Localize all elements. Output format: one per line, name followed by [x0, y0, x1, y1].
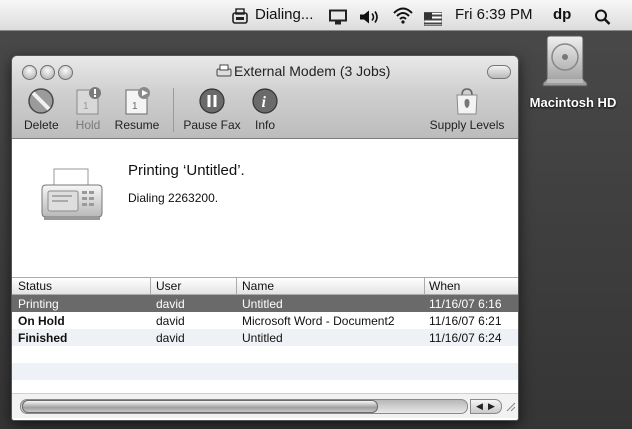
table-header: Status User Name When: [12, 277, 518, 295]
shopping-bag-icon: [456, 88, 478, 115]
close-button[interactable]: [22, 65, 37, 80]
fax-machine-icon: [41, 168, 103, 220]
job-status-subtitle: Dialing 2263200.: [128, 191, 219, 205]
jobs-table: Status User Name When Printing david Unt…: [12, 277, 518, 385]
row-name: Untitled: [242, 297, 283, 311]
hold-button[interactable]: 1 Hold: [72, 86, 104, 132]
resume-button[interactable]: 1 Resume: [114, 86, 160, 132]
resize-grip-icon[interactable]: [504, 400, 516, 412]
row-user: david: [156, 297, 185, 311]
column-header-when[interactable]: When: [429, 279, 460, 293]
info-icon: i: [252, 88, 278, 114]
supply-levels-button[interactable]: Supply Levels: [428, 86, 506, 132]
row-when: 11/16/07 6:24: [429, 331, 502, 345]
wifi-icon[interactable]: [392, 5, 414, 25]
hold-label: Hold: [75, 118, 101, 132]
hard-drive-icon[interactable]: [541, 35, 589, 87]
delete-icon: [28, 88, 54, 114]
display-icon[interactable]: [328, 7, 348, 27]
horizontal-scrollbar[interactable]: ◀ ▶: [12, 393, 518, 418]
row-user: david: [156, 314, 185, 328]
table-row[interactable]: Printing david Untitled 11/16/07 6:16: [12, 295, 518, 312]
row-when: 11/16/07 6:16: [429, 297, 502, 311]
print-queue-window: External Modem (3 Jobs) Delete 1 Hold 1 …: [11, 55, 519, 421]
delete-label: Delete: [24, 118, 59, 132]
scroll-left-arrow-icon[interactable]: ◀: [476, 400, 483, 413]
window-titlebar[interactable]: External Modem (3 Jobs) Delete 1 Hold 1 …: [12, 56, 518, 139]
supply-levels-label: Supply Levels: [429, 118, 505, 132]
scroll-thumb[interactable]: [22, 400, 378, 413]
table-row-empty: [12, 346, 518, 363]
row-when: 11/16/07 6:21: [429, 314, 502, 328]
svg-text:i: i: [262, 94, 267, 111]
column-header-status[interactable]: Status: [18, 279, 52, 293]
menubar-clock[interactable]: Fri 6:39 PM: [455, 6, 533, 24]
menubar-user[interactable]: dp: [553, 6, 571, 24]
info-label: Info: [254, 118, 275, 132]
column-header-name[interactable]: Name: [242, 279, 274, 293]
table-row[interactable]: Finished david Untitled 11/16/07 6:24: [12, 329, 518, 346]
scroll-arrows[interactable]: ◀ ▶: [470, 399, 502, 414]
hold-icon: 1: [76, 87, 101, 115]
column-divider: [236, 278, 237, 294]
zoom-button[interactable]: [58, 65, 73, 80]
table-row-empty: [12, 363, 518, 380]
window-title: External Modem (3 Jobs): [234, 63, 391, 79]
job-status-area: Printing ‘Untitled’. Dialing 2263200.: [12, 139, 518, 276]
info-button[interactable]: i Info: [250, 86, 280, 132]
column-divider: [424, 278, 425, 294]
minimize-button[interactable]: [40, 65, 55, 80]
resume-icon: 1: [125, 87, 150, 115]
fax-status-icon[interactable]: [230, 6, 250, 26]
menubar-status-text[interactable]: Dialing...: [255, 6, 313, 24]
table-row[interactable]: On Hold david Microsoft Word - Document2…: [12, 312, 518, 329]
row-name: Untitled: [242, 331, 283, 345]
menu-bar: Dialing... Fri 6:39 PM dp: [0, 0, 632, 31]
spotlight-icon[interactable]: [594, 7, 611, 27]
pause-fax-button[interactable]: Pause Fax: [182, 86, 242, 132]
flag-icon[interactable]: [424, 9, 442, 29]
printer-icon: [216, 64, 232, 77]
svg-text:1: 1: [132, 101, 138, 112]
job-status-title: Printing ‘Untitled’.: [128, 162, 245, 179]
row-user: david: [156, 331, 185, 345]
toolbar-separator: [173, 88, 174, 132]
delete-button[interactable]: Delete: [24, 86, 59, 132]
row-status: Printing: [18, 297, 59, 311]
svg-text:1: 1: [83, 101, 89, 112]
hard-drive-label[interactable]: Macintosh HD: [518, 95, 628, 110]
row-name: Microsoft Word - Document2: [242, 314, 395, 328]
pause-fax-label: Pause Fax: [183, 118, 241, 132]
toolbar-toggle-button[interactable]: [487, 65, 511, 79]
volume-icon[interactable]: [358, 7, 380, 27]
pause-icon: [199, 88, 225, 114]
column-divider: [150, 278, 151, 294]
row-status: Finished: [18, 331, 68, 345]
resume-label: Resume: [114, 118, 160, 132]
row-status: On Hold: [18, 314, 65, 328]
scroll-right-arrow-icon[interactable]: ▶: [488, 400, 495, 413]
column-header-user[interactable]: User: [156, 279, 181, 293]
